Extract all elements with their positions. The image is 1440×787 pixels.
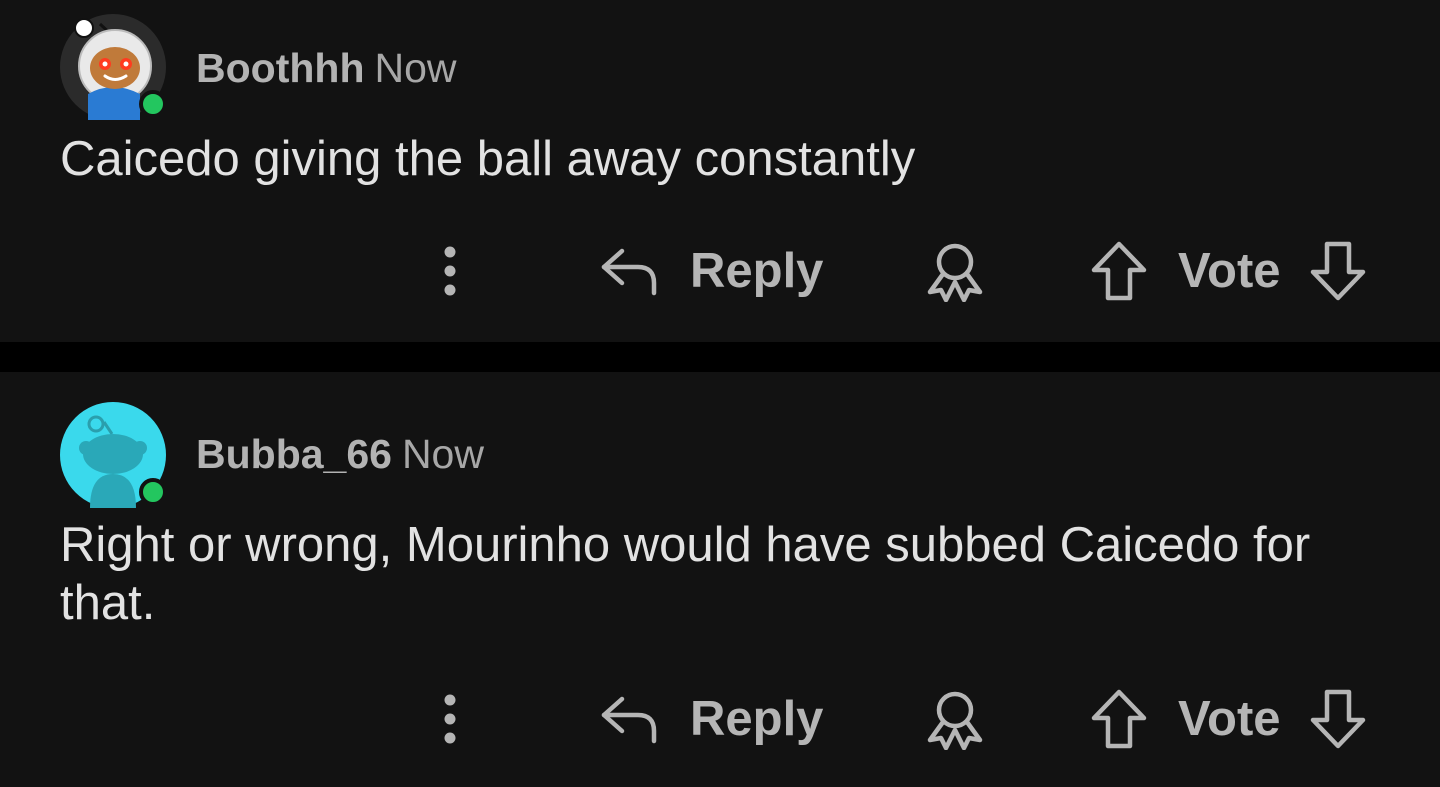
downvote-button[interactable] xyxy=(1309,240,1367,302)
upvote-arrow-icon xyxy=(1091,689,1147,749)
comment-body: Right or wrong, Mourinho would have subb… xyxy=(60,518,1311,630)
award-icon xyxy=(927,691,983,750)
reply-button[interactable]: Reply xyxy=(600,226,823,316)
online-status-dot xyxy=(139,90,167,118)
upvote-button[interactable] xyxy=(1090,688,1148,750)
reply-label: Reply xyxy=(690,692,824,746)
comment: Bubba_66 Now Right or wrong, Mourinho wou… xyxy=(0,372,1440,787)
reply-label: Reply xyxy=(690,244,824,298)
comment-actions: Reply Vote xyxy=(0,674,1440,764)
reply-arrow-icon xyxy=(601,248,657,296)
downvote-arrow-icon xyxy=(1310,689,1365,749)
comment-meta: Boothhh Now xyxy=(196,44,457,92)
award-icon xyxy=(927,243,983,302)
online-status-dot xyxy=(139,478,167,506)
vote-controls: Vote xyxy=(1090,674,1367,764)
downvote-arrow-icon xyxy=(1310,241,1365,301)
reply-button[interactable]: Reply xyxy=(600,674,823,764)
comment-meta: Bubba_66 Now xyxy=(196,430,484,478)
username[interactable]: Boothhh xyxy=(196,45,364,91)
comment: Boothhh Now Caicedo giving the ball away … xyxy=(0,0,1440,342)
award-button[interactable] xyxy=(924,674,986,764)
more-options-button[interactable] xyxy=(430,226,470,316)
username[interactable]: Bubba_66 xyxy=(196,431,392,477)
timestamp: Now xyxy=(401,431,484,477)
award-button[interactable] xyxy=(924,226,986,316)
upvote-arrow-icon xyxy=(1091,241,1147,301)
more-options-button[interactable] xyxy=(430,674,470,764)
comment-thread: Boothhh Now Caicedo giving the ball away … xyxy=(0,0,1440,787)
more-vertical-icon xyxy=(444,694,456,744)
user-avatar[interactable] xyxy=(60,14,167,120)
downvote-button[interactable] xyxy=(1309,688,1367,750)
comment-actions: Reply Vote xyxy=(0,226,1440,316)
user-avatar[interactable] xyxy=(60,402,167,508)
vote-label: Vote xyxy=(1178,244,1281,298)
vote-label: Vote xyxy=(1178,692,1281,746)
comment-body: Caicedo giving the ball away constantly xyxy=(60,132,916,186)
timestamp: Now xyxy=(374,45,457,91)
reply-arrow-icon xyxy=(601,696,657,744)
comment-separator xyxy=(0,342,1440,372)
upvote-button[interactable] xyxy=(1090,240,1148,302)
more-vertical-icon xyxy=(444,246,456,296)
vote-controls: Vote xyxy=(1090,226,1367,316)
